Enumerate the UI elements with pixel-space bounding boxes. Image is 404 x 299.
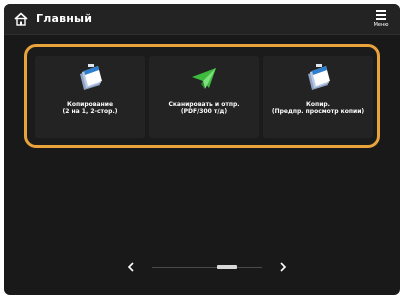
page-navigator: [4, 258, 400, 278]
favorite-tiles-group: Копирование (2 на 1, 2-стор.) Сканироват…: [24, 44, 380, 148]
home-icon: [14, 12, 28, 26]
home-screen: Главный Меню Копирование (2 на 1, 2-стор…: [4, 4, 400, 295]
menu-label: Меню: [373, 22, 389, 28]
menu-icon: [376, 10, 386, 20]
copy-preview-icon: [308, 64, 330, 90]
tile-scan-send[interactable]: Сканировать и отпр. (PDF/300 т/д): [149, 56, 259, 138]
tile-copy-preview-label: Копир. (Предпр. просмотр копии): [271, 101, 365, 115]
page-indicator: [217, 265, 237, 269]
tile-copy-label: Копирование (2 на 1, 2-стор.): [62, 101, 118, 115]
header-bar: Главный Меню: [4, 4, 400, 35]
page-title: Главный: [36, 12, 93, 25]
tile-scan-send-label: Сканировать и отпр. (PDF/300 т/д): [168, 101, 240, 115]
tile-copy-preview[interactable]: Копир. (Предпр. просмотр копии): [263, 56, 373, 138]
page-track: [152, 267, 262, 268]
copy-icon: [80, 64, 102, 90]
scan-send-icon: [192, 68, 216, 89]
chevron-left-icon[interactable]: [124, 260, 138, 274]
tile-copy[interactable]: Копирование (2 на 1, 2-стор.): [35, 56, 145, 138]
chevron-right-icon[interactable]: [276, 260, 290, 274]
menu-button[interactable]: Меню: [372, 7, 390, 31]
